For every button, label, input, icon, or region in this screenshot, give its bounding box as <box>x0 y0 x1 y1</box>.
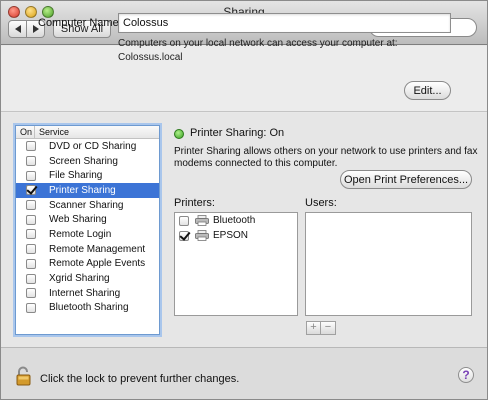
service-label: Remote Apple Events <box>49 258 146 270</box>
service-checkbox[interactable] <box>26 229 36 240</box>
printer-checkbox[interactable] <box>179 215 189 226</box>
service-checkbox[interactable] <box>26 156 36 167</box>
service-description-continued: modems connected to this computer. <box>174 158 338 169</box>
service-row[interactable]: Remote Login <box>16 227 159 242</box>
service-row[interactable]: Screen Sharing <box>16 154 159 169</box>
service-row[interactable]: Scanner Sharing <box>16 198 159 213</box>
service-rows: DVD or CD Sharing Screen Sharing File Shar… <box>16 139 159 315</box>
printer-label: Bluetooth <box>213 215 256 226</box>
computer-name-description: Computers on your local network can acce… <box>118 38 398 49</box>
users-list[interactable] <box>305 212 472 316</box>
service-label: Xgrid Sharing <box>49 273 110 285</box>
printer-icon <box>195 230 209 241</box>
remove-user-button[interactable]: − <box>321 321 336 335</box>
printer-checkbox[interactable] <box>179 230 189 241</box>
status-indicator-icon <box>174 129 184 139</box>
service-checkbox[interactable] <box>26 141 36 152</box>
service-label: File Sharing <box>49 170 103 182</box>
local-hostname: Colossus.local <box>118 52 183 63</box>
printers-list[interactable]: Bluetooth EPSON <box>174 212 298 316</box>
printer-rows: Bluetooth EPSON <box>175 213 297 243</box>
service-label: Screen Sharing <box>49 155 118 167</box>
service-label: Internet Sharing <box>49 287 121 299</box>
service-description: Printer Sharing allows others on your ne… <box>174 146 478 157</box>
printers-label: Printers: <box>174 197 215 209</box>
service-label: Printer Sharing <box>49 184 116 196</box>
column-header-on[interactable]: On <box>16 126 35 138</box>
service-row[interactable]: Remote Management <box>16 242 159 257</box>
service-row[interactable]: DVD or CD Sharing <box>16 139 159 154</box>
computer-name-field[interactable]: Colossus <box>118 13 451 33</box>
service-status: Printer Sharing: On <box>190 127 285 139</box>
back-button[interactable] <box>8 20 27 38</box>
sharing-window: Sharing Show All Computer Name: Colossus… <box>0 0 488 400</box>
service-checkbox[interactable] <box>26 244 36 255</box>
service-checkbox[interactable] <box>26 258 36 269</box>
edit-button[interactable]: Edit... <box>404 81 451 100</box>
service-label: Bluetooth Sharing <box>49 302 129 314</box>
service-checkbox[interactable] <box>26 200 36 211</box>
user-add-remove-controls: + − <box>306 321 336 335</box>
service-row[interactable]: Internet Sharing <box>16 286 159 301</box>
service-list-header: On Service <box>16 126 159 139</box>
service-row[interactable]: Web Sharing <box>16 212 159 227</box>
service-label: DVD or CD Sharing <box>49 140 137 152</box>
lock-message: Click the lock to prevent further change… <box>40 373 240 385</box>
service-checkbox[interactable] <box>26 170 36 181</box>
printer-row[interactable]: EPSON <box>175 228 297 243</box>
service-checkbox[interactable] <box>26 185 36 196</box>
service-checkbox[interactable] <box>26 214 36 225</box>
printer-icon <box>195 215 209 226</box>
service-checkbox[interactable] <box>26 288 36 299</box>
add-user-button[interactable]: + <box>306 321 321 335</box>
service-row[interactable]: File Sharing <box>16 168 159 183</box>
service-checkbox[interactable] <box>26 302 36 313</box>
open-print-preferences-button[interactable]: Open Print Preferences... <box>340 170 472 189</box>
service-row[interactable]: Printer Sharing <box>16 183 159 198</box>
unlocked-padlock-icon[interactable] <box>16 366 33 386</box>
users-label: Users: <box>305 197 337 209</box>
computer-name-label: Computer Name: <box>38 17 122 29</box>
printer-label: EPSON <box>213 230 249 241</box>
help-button[interactable]: ? <box>458 367 474 383</box>
service-label: Scanner Sharing <box>49 199 124 211</box>
service-row[interactable]: Bluetooth Sharing <box>16 301 159 316</box>
printer-row[interactable]: Bluetooth <box>175 213 297 228</box>
service-label: Remote Management <box>49 243 146 255</box>
service-row[interactable]: Remote Apple Events <box>16 257 159 272</box>
column-header-service[interactable]: Service <box>35 126 69 138</box>
service-label: Web Sharing <box>49 214 107 226</box>
computer-name-section <box>1 46 487 112</box>
service-row[interactable]: Xgrid Sharing <box>16 271 159 286</box>
back-arrow-icon <box>14 25 21 33</box>
service-list[interactable]: On Service DVD or CD Sharing Screen Shari… <box>15 125 160 335</box>
service-label: Remote Login <box>49 228 112 240</box>
service-checkbox[interactable] <box>26 273 36 284</box>
